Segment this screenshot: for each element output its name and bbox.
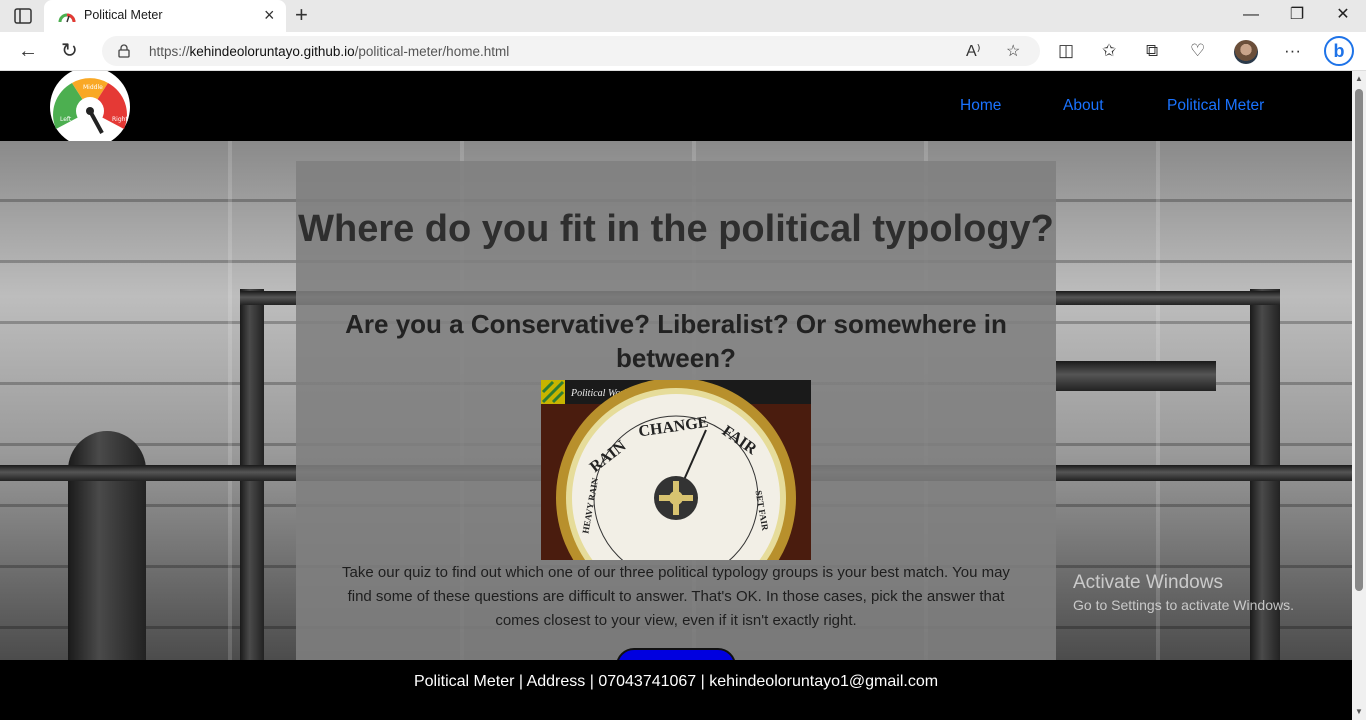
browser-tab[interactable]: Political Meter × xyxy=(44,0,286,32)
minimize-icon[interactable]: — xyxy=(1236,4,1266,26)
nav-home-link[interactable]: Home xyxy=(960,97,1001,115)
intro-paragraph: Take our quiz to find out which one of o… xyxy=(342,564,1010,629)
svg-text:Middle: Middle xyxy=(83,84,103,91)
address-bar: ← ↻ https://kehindeoloruntayo.github.io/… xyxy=(0,32,1366,71)
page-title: Where do you fit in the political typolo… xyxy=(298,208,1054,250)
political-meter-logo[interactable]: Left Middle Right xyxy=(50,71,130,141)
bing-copilot-icon[interactable]: b xyxy=(1324,36,1354,66)
page-scrollbar[interactable]: ▲ ▼ xyxy=(1352,71,1366,720)
watermark-title: Activate Windows xyxy=(1073,572,1223,593)
tab-bar: Political Meter × + — ❐ ✕ xyxy=(0,0,1366,32)
window-close-icon[interactable]: ✕ xyxy=(1328,4,1358,26)
site-header: Left Middle Right Home About Political M… xyxy=(0,71,1352,141)
tab-title: Political Meter xyxy=(84,8,163,22)
refresh-icon[interactable]: ↻ xyxy=(61,39,78,63)
profile-avatar[interactable] xyxy=(1234,40,1258,64)
gauge-favicon-icon xyxy=(58,13,76,23)
close-tab-icon[interactable]: × xyxy=(264,6,275,24)
watermark-subtitle: Go to Settings to activate Windows. xyxy=(1073,597,1294,613)
scroll-up-icon[interactable]: ▲ xyxy=(1355,74,1363,83)
pipe-decoration xyxy=(1056,361,1216,391)
page-viewport: Left Middle Right Home About Political M… xyxy=(0,71,1352,720)
restore-icon[interactable]: ❐ xyxy=(1282,4,1312,26)
site-footer: Political Meter | Address | 07043741067 … xyxy=(0,660,1352,720)
svg-text:Left: Left xyxy=(60,116,72,123)
nav-political-meter-link[interactable]: Political Meter xyxy=(1167,97,1264,115)
favorites-icon[interactable]: ✩ xyxy=(1102,41,1116,61)
split-screen-icon[interactable]: ◫ xyxy=(1058,41,1074,61)
page-subtitle: Are you a Conservative? Liberalist? Or s… xyxy=(345,309,1007,373)
collections-icon[interactable]: ⧉ xyxy=(1146,41,1158,61)
tab-actions-icon[interactable] xyxy=(14,8,32,24)
url-text: https://kehindeoloruntayo.github.io/poli… xyxy=(149,44,510,59)
footer-contact-text: Political Meter | Address | 07043741067 … xyxy=(413,673,939,690)
svg-text:Right: Right xyxy=(112,116,128,123)
scroll-down-icon[interactable]: ▼ xyxy=(1355,707,1363,716)
barometer-image: Political Workplace RAIN CHANGE FAIR SET… xyxy=(541,380,811,560)
nav-about-link[interactable]: About xyxy=(1063,97,1104,115)
lock-icon[interactable] xyxy=(118,44,130,58)
favorite-star-icon[interactable]: ☆ xyxy=(1006,41,1020,61)
back-arrow-icon[interactable]: ← xyxy=(18,39,38,63)
new-tab-icon[interactable]: + xyxy=(295,4,308,26)
intro-card: Where do you fit in the political typolo… xyxy=(296,161,1056,688)
performance-icon[interactable]: ♡ xyxy=(1190,41,1205,61)
scroll-thumb[interactable] xyxy=(1355,89,1363,591)
url-field[interactable]: https://kehindeoloruntayo.github.io/poli… xyxy=(102,36,1040,66)
read-aloud-icon[interactable]: A⁾ xyxy=(966,41,981,61)
more-menu-icon[interactable]: ··· xyxy=(1284,41,1301,61)
